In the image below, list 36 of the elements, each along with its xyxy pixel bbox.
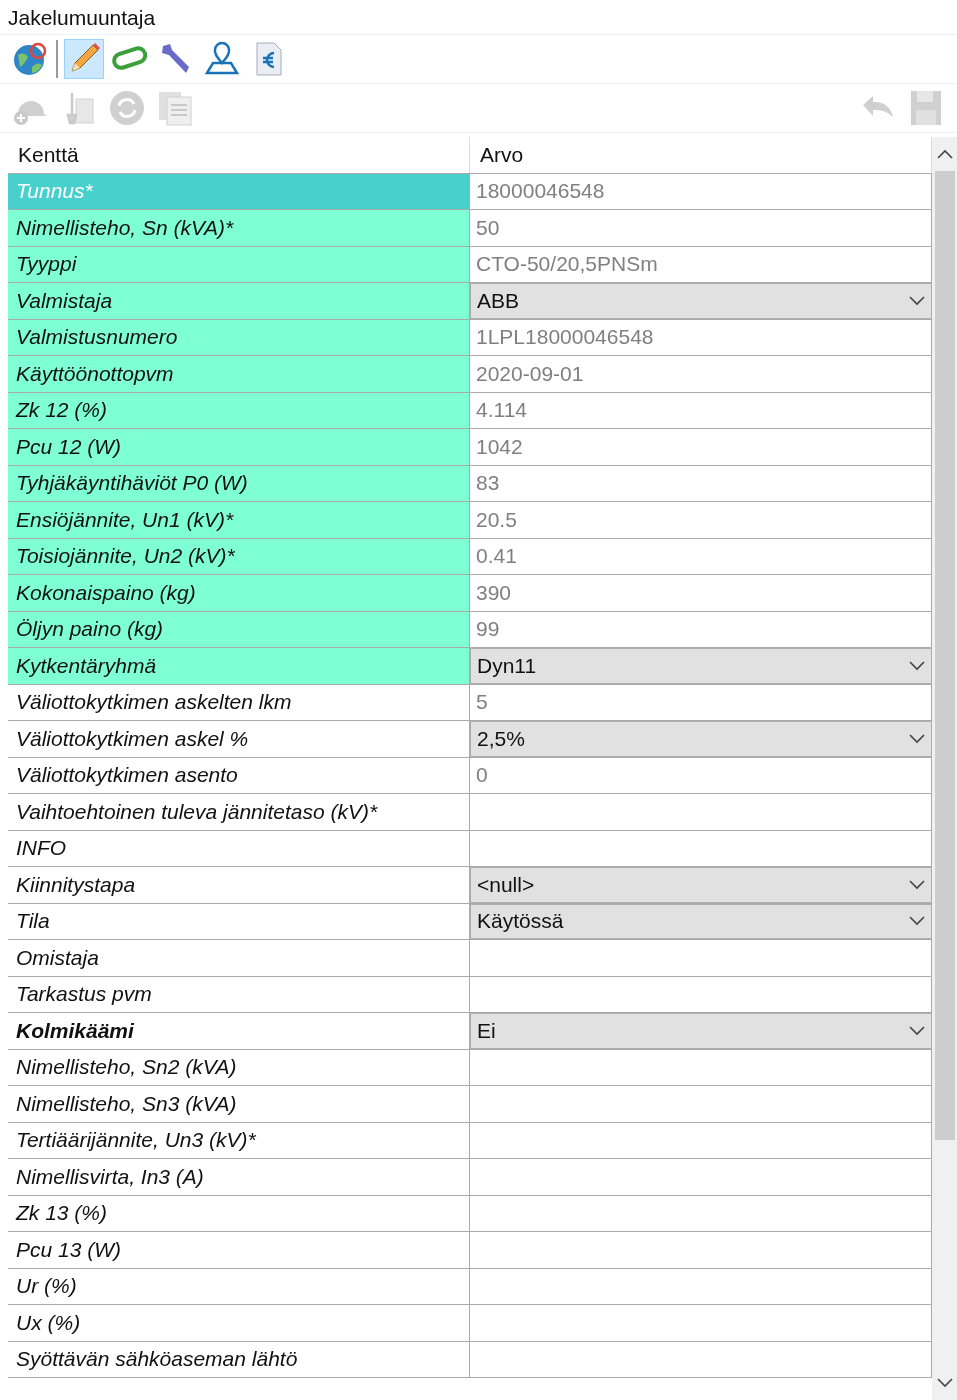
save-icon (909, 89, 943, 127)
globe-icon (12, 41, 48, 77)
value-dropdown[interactable]: Dyn11 (470, 648, 932, 684)
chevron-down-icon[interactable] (909, 916, 925, 927)
field-name-cell[interactable]: Zk 12 (%) (8, 392, 470, 428)
field-name-cell[interactable]: Pcu 12 (W) (8, 429, 470, 465)
copy-icon (156, 89, 194, 127)
field-name-cell[interactable]: Kytkentäryhmä (8, 648, 470, 684)
field-name-cell[interactable]: Käyttöönottopvm (8, 356, 470, 392)
value-dropdown[interactable]: 2,5% (470, 721, 932, 757)
toolbar-button[interactable] (64, 39, 104, 79)
chevron-down-icon[interactable] (909, 879, 925, 890)
field-name-cell[interactable]: Tyyppi (8, 246, 470, 282)
field-name-cell[interactable]: Valmistusnumero (8, 319, 470, 355)
refresh-icon (108, 89, 146, 127)
value-dropdown[interactable]: ABB (470, 283, 932, 319)
column-header: Kenttä (8, 137, 470, 173)
chevron-down-icon[interactable] (936, 1378, 953, 1388)
field-name-cell[interactable]: Öljyn paino (kg) (8, 611, 470, 647)
chevron-down-icon[interactable] (909, 1025, 925, 1036)
chevron-down-icon[interactable] (909, 295, 925, 306)
scrollbar[interactable] (932, 137, 957, 1400)
field-name-cell[interactable]: Nimellisteho, Sn (kVA)* (8, 210, 470, 246)
map-pin-icon (204, 41, 240, 77)
field-name-cell[interactable]: Kokonaispaino (kg) (8, 575, 470, 611)
value-dropdown[interactable]: Ei (470, 1013, 932, 1049)
value-dropdown[interactable]: <null> (470, 867, 932, 903)
chevron-up-icon[interactable] (936, 149, 953, 159)
chevron-down-icon[interactable] (909, 660, 925, 671)
field-name-cell[interactable]: Valmistaja (8, 283, 470, 319)
field-name-cell[interactable]: Toisiojännite, Un2 (kV)* (8, 538, 470, 574)
window-title: Jakelumuuntaja (0, 0, 957, 35)
chevron-down-icon[interactable] (909, 733, 925, 744)
value-dropdown[interactable]: Käytössä (470, 903, 932, 939)
field-name-cell[interactable]: Tyhjäkäyntihäviöt P0 (W) (8, 465, 470, 501)
field-name-cell[interactable]: Ensiöjännite, Un1 (kV)* (8, 502, 470, 538)
